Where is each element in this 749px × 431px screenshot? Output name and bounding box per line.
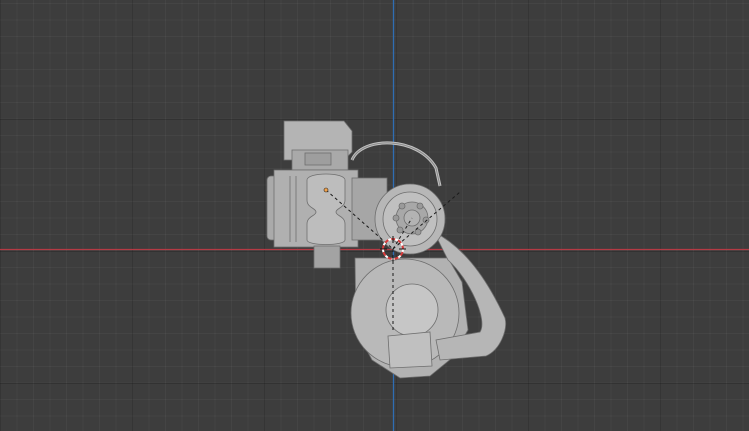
lower-housing [350, 231, 507, 379]
viewport-scene[interactable] [0, 0, 749, 431]
left-housing [266, 169, 388, 269]
3d-viewport[interactable] [0, 0, 749, 431]
top-housing [283, 120, 353, 171]
object-origin-icon[interactable] [323, 187, 329, 193]
